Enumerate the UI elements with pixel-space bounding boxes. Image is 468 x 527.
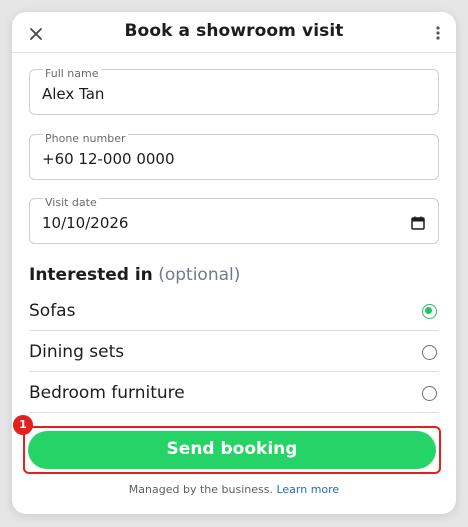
phone-number-label: Phone number: [43, 132, 128, 145]
dialog-header: Book a showroom visit: [12, 12, 456, 53]
phone-number-value: +60 12-000 0000: [42, 150, 175, 168]
more-options-icon[interactable]: [434, 23, 442, 43]
radio-button[interactable]: [422, 345, 437, 360]
interest-option-label: Dining sets: [29, 342, 125, 362]
footer-text: Managed by the business.: [128, 483, 273, 496]
calendar-icon[interactable]: [411, 215, 425, 230]
full-name-label: Full name: [43, 67, 101, 80]
step-badge: 1: [13, 415, 33, 435]
booking-dialog: Book a showroom visit Full name Alex Tan…: [12, 12, 456, 514]
radio-button[interactable]: [422, 386, 437, 401]
visit-date-label: Visit date: [43, 196, 99, 209]
interests-optional-note: (optional): [158, 265, 241, 285]
radio-button-checked[interactable]: [422, 304, 437, 319]
visit-date-value: 10/10/2026: [42, 214, 129, 232]
visit-date-field[interactable]: Visit date 10/10/2026: [29, 196, 439, 244]
interest-option-sofas[interactable]: Sofas: [29, 291, 439, 331]
dialog-title: Book a showroom visit: [124, 21, 344, 41]
send-booking-button[interactable]: Send booking: [28, 431, 436, 469]
send-button-highlight: Send booking: [23, 426, 441, 474]
interest-option-dining-sets[interactable]: Dining sets: [29, 332, 439, 372]
phone-number-field[interactable]: Phone number +60 12-000 0000: [29, 132, 439, 180]
footer-note: Managed by the business. Learn more: [12, 483, 456, 496]
interest-option-bedroom-furniture[interactable]: Bedroom furniture: [29, 373, 439, 413]
full-name-field[interactable]: Full name Alex Tan: [29, 67, 439, 115]
interest-option-label: Sofas: [29, 301, 76, 321]
learn-more-link[interactable]: Learn more: [276, 483, 339, 496]
interest-option-label: Bedroom furniture: [29, 383, 185, 403]
full-name-value: Alex Tan: [42, 85, 105, 103]
interests-title: Interested in: [29, 265, 153, 285]
interests-heading: Interested in (optional): [29, 265, 240, 285]
